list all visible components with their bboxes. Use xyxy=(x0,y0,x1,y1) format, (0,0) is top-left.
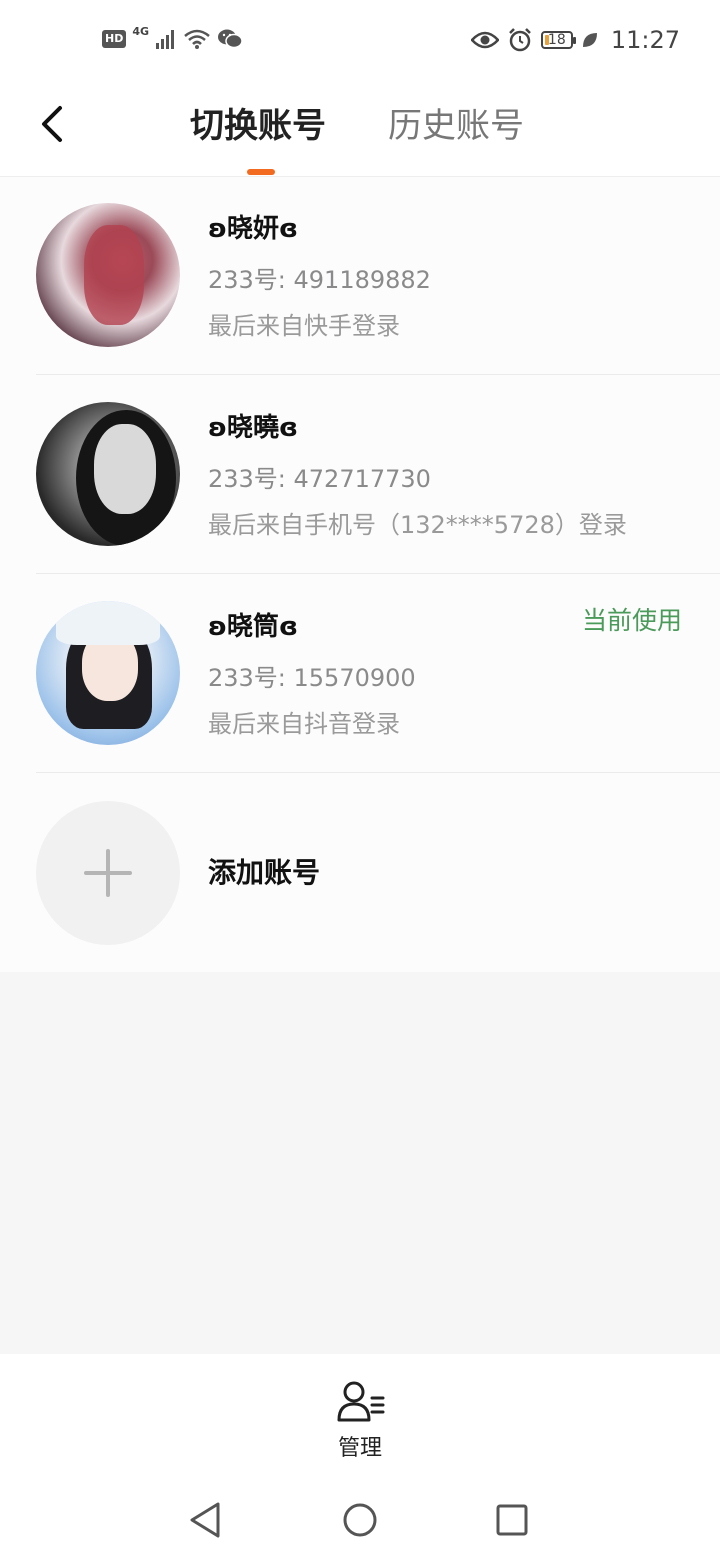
battery-icon: 18 xyxy=(540,31,576,49)
plus-icon xyxy=(84,849,132,897)
status-time: 11:27 xyxy=(610,26,680,54)
avatar xyxy=(36,203,180,347)
header: 切换账号 历史账号 xyxy=(0,84,720,177)
active-tab-indicator xyxy=(247,169,275,175)
hd-icon: HD xyxy=(102,30,127,48)
account-name: ʚ晓曉ɞ xyxy=(208,413,299,443)
add-account-label: 添加账号 xyxy=(208,856,321,889)
wifi-icon xyxy=(184,29,210,49)
home-circle-icon[interactable] xyxy=(338,1498,382,1542)
current-use-badge: 当前使用 xyxy=(581,606,682,635)
login-source: 最后来自手机号（132****5728）登录 xyxy=(208,511,627,539)
account-list: ʚ晓妍ɞ 233号: 491189882 最后来自快手登录 ʚ晓曉ɞ 233号:… xyxy=(0,177,720,972)
bottom-bar: 管理 xyxy=(0,1354,720,1478)
avatar xyxy=(36,601,180,745)
account-name: ʚ晓筒ɞ xyxy=(208,612,299,642)
login-source: 最后来自抖音登录 xyxy=(208,710,400,738)
account-row[interactable]: ʚ晓妍ɞ 233号: 491189882 最后来自快手登录 xyxy=(0,177,720,375)
account-row[interactable]: ʚ晓曉ɞ 233号: 472717730 最后来自手机号（132****5728… xyxy=(0,376,720,574)
add-account-button[interactable] xyxy=(36,801,180,945)
status-right: 18 11:27 xyxy=(470,26,680,54)
system-nav-bar xyxy=(0,1478,720,1560)
user-list-icon[interactable] xyxy=(336,1378,386,1424)
battery-level: 18 xyxy=(547,32,566,48)
wechat-icon xyxy=(218,29,243,49)
tab-switch-account[interactable]: 切换账号 xyxy=(190,104,326,148)
alarm-icon xyxy=(508,28,531,52)
add-account-row[interactable]: 添加账号 xyxy=(0,773,720,971)
account-id: 233号: 15570900 xyxy=(208,664,416,692)
divider xyxy=(36,573,720,574)
tab-history-account[interactable]: 历史账号 xyxy=(388,104,524,148)
account-id: 233号: 472717730 xyxy=(208,465,431,493)
signal-icon xyxy=(156,30,175,49)
login-source: 最后来自快手登录 xyxy=(208,312,400,340)
eye-icon xyxy=(470,31,499,49)
avatar xyxy=(36,402,180,546)
account-id: 233号: 491189882 xyxy=(208,266,431,294)
leaf-icon xyxy=(582,33,597,47)
divider xyxy=(36,374,720,375)
back-icon[interactable] xyxy=(34,102,74,146)
account-name: ʚ晓妍ɞ xyxy=(208,214,299,244)
status-left: HD 4G xyxy=(102,24,243,50)
account-row[interactable]: ʚ晓筒ɞ 233号: 15570900 最后来自抖音登录 当前使用 xyxy=(0,575,720,773)
status-bar: HD 4G 18 11:27 xyxy=(0,0,720,84)
back-triangle-icon[interactable] xyxy=(184,1498,228,1542)
manage-button[interactable]: 管理 xyxy=(0,1430,720,1462)
recent-square-icon[interactable] xyxy=(490,1498,534,1542)
network-type: 4G xyxy=(132,24,150,38)
